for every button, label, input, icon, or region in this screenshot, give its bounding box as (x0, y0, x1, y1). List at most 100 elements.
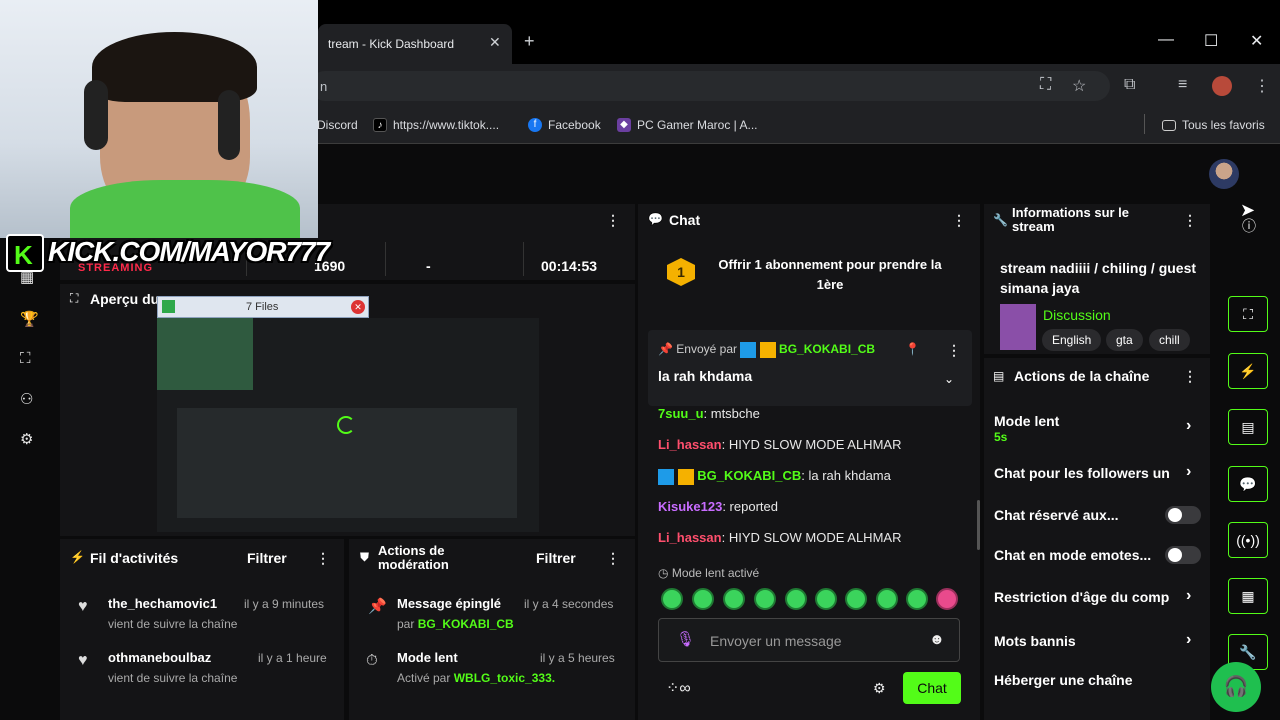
microphone-icon[interactable]: 🎙 (676, 630, 695, 648)
chevron-right-icon[interactable]: › (1186, 631, 1191, 649)
chat-user[interactable]: Kisuke123 (658, 499, 722, 514)
emote-icon[interactable] (723, 588, 745, 610)
screen-action-button[interactable]: ⛶ (1228, 296, 1268, 332)
slow-mode-item[interactable]: Mode lent (994, 413, 1059, 429)
wrench-icon: 🔧 (1239, 644, 1257, 660)
activity-user[interactable]: othmaneboulbaz (108, 650, 211, 665)
emote-icon[interactable] (692, 588, 714, 610)
bookmark-pcgamer[interactable]: ◆ PC Gamer Maroc | A... (617, 116, 757, 134)
chat-action-button[interactable]: 💬 (1228, 466, 1268, 502)
chevron-down-icon[interactable]: ⌄ (944, 372, 954, 386)
bookmark-facebook[interactable]: f Facebook (528, 116, 601, 134)
emote-chat-item[interactable]: Chat en mode emotes... (994, 547, 1151, 563)
stream-preview[interactable] (157, 318, 539, 532)
emote-icon[interactable] (906, 588, 928, 610)
pinned-menu-icon[interactable]: ⋮ (947, 342, 961, 359)
chevron-right-icon[interactable]: › (1186, 587, 1191, 605)
activity-menu-icon[interactable]: ⋮ (316, 550, 330, 567)
moderation-menu-icon[interactable]: ⋮ (606, 550, 620, 567)
minimize-icon[interactable]: — (1158, 31, 1174, 49)
gift-subscription-text[interactable]: Offrir 1 abonnement pour prendre la 1ère (710, 255, 950, 295)
close-icon[interactable]: ✕ (489, 34, 501, 51)
stats-menu-icon[interactable]: ⋮ (606, 212, 620, 229)
layout-action-button[interactable]: ▦ (1228, 578, 1268, 614)
screen-icon[interactable]: ⛶ (20, 350, 31, 367)
chat-message: Li_hassan: HIYD SLOW MODE ALHMAR (658, 530, 901, 545)
points-icon[interactable]: ⁘∞ (666, 678, 691, 698)
mod-action-title: Mode lent (397, 650, 458, 665)
support-headset-icon[interactable]: 🎧 (1211, 662, 1261, 712)
slow-mode-value: 5s (994, 430, 1008, 444)
star-icon[interactable]: ☆ (1072, 76, 1086, 96)
channel-actions-menu-icon[interactable]: ⋮ (1183, 368, 1197, 385)
stream-title: stream nadiiii / chiling / guest simana … (1000, 260, 1197, 296)
bookmark-all[interactable]: Tous les favoris (1162, 116, 1265, 134)
emote-chat-toggle[interactable] (1165, 546, 1201, 564)
emote-icon[interactable] (876, 588, 898, 610)
emote-icon[interactable] (815, 588, 837, 610)
lightning-action-button[interactable]: ⚡ (1228, 353, 1268, 389)
bookmark-discord[interactable]: Discord (317, 116, 358, 134)
activity-desc: vient de suivre la chaîne (108, 617, 238, 631)
emote-icon[interactable] (936, 588, 958, 610)
activity-desc: vient de suivre la chaîne (108, 671, 238, 685)
pinned-user[interactable]: BG_KOKABI_CB (779, 342, 875, 356)
profile-avatar[interactable] (1212, 76, 1232, 96)
user-avatar[interactable] (1209, 159, 1239, 189)
info-icon[interactable]: ⓘ (1242, 216, 1256, 236)
reserved-chat-toggle[interactable] (1165, 506, 1201, 524)
trophy-icon[interactable]: 🏆 (20, 310, 39, 328)
chevron-right-icon[interactable]: › (1186, 417, 1191, 435)
category-name[interactable]: Discussion (1043, 307, 1111, 323)
menu-icon[interactable]: ⋮ (1254, 76, 1270, 96)
chevron-right-icon[interactable]: › (1186, 463, 1191, 481)
mod-user[interactable]: BG_KOKABI_CB (418, 617, 514, 631)
files-popup[interactable]: 7 Files ✕ (157, 296, 369, 318)
reserved-chat-item[interactable]: Chat réservé aux... (994, 507, 1119, 523)
broadcast-icon: ((•)) (1236, 532, 1260, 548)
chat-scrollbar[interactable] (977, 500, 980, 550)
browser-tab[interactable]: tream - Kick Dashboard (318, 24, 512, 64)
tag[interactable]: English (1042, 329, 1102, 351)
age-restriction-item[interactable]: Restriction d'âge du comp (994, 589, 1169, 605)
followers-chat-item[interactable]: Chat pour les followers un (994, 465, 1170, 481)
window-close-icon[interactable]: ✕ (1250, 31, 1263, 51)
chat-user[interactable]: 7suu_u (658, 406, 704, 421)
bookmark-tiktok[interactable]: ♪ https://www.tiktok.... (373, 116, 499, 134)
moderation-filter-button[interactable]: Filtrer (536, 550, 576, 566)
chat-settings-icon[interactable]: ⚙ (873, 680, 886, 697)
emote-icon[interactable] (845, 588, 867, 610)
gear-icon[interactable]: ⚙ (20, 430, 33, 448)
activity-user[interactable]: the_hechamovic1 (108, 596, 217, 611)
maximize-icon[interactable]: ☐ (1204, 31, 1218, 51)
stream-info-menu-icon[interactable]: ⋮ (1183, 212, 1197, 229)
broadcast-action-button[interactable]: ((•)) (1228, 522, 1268, 558)
chat-user[interactable]: BG_KOKABI_CB (697, 468, 801, 483)
emote-icon[interactable] (661, 588, 683, 610)
emote-icon[interactable] (754, 588, 776, 610)
users-icon[interactable]: ⚇ (20, 390, 33, 408)
tag[interactable]: gta (1106, 329, 1143, 351)
activity-filter-button[interactable]: Filtrer (247, 550, 287, 566)
mod-user[interactable]: WBLG_toxic_333. (454, 671, 555, 685)
chat-user[interactable]: Li_hassan (658, 437, 722, 452)
host-channel-item[interactable]: Héberger une chaîne (994, 672, 1133, 688)
tag[interactable]: chill (1149, 329, 1190, 351)
notes-action-button[interactable]: ▤ (1228, 409, 1268, 445)
address-bar[interactable]: n (310, 71, 1110, 101)
emoji-icon[interactable]: ☻ (929, 631, 945, 648)
banned-words-item[interactable]: Mots bannis (994, 633, 1076, 649)
plus-icon[interactable]: + (524, 31, 535, 52)
chat-menu-icon[interactable]: ⋮ (952, 212, 966, 229)
unpin-icon[interactable]: 📍 (905, 342, 920, 356)
pin-icon: 📌 (368, 598, 387, 615)
extensions-icon[interactable]: ⧉ (1124, 76, 1135, 94)
chat-user[interactable]: Li_hassan (658, 530, 722, 545)
category-thumbnail[interactable] (1000, 304, 1036, 350)
popup-close-icon[interactable]: ✕ (351, 300, 365, 314)
emote-icon[interactable] (785, 588, 807, 610)
media-icon[interactable]: ≡ (1178, 76, 1187, 94)
facebook-icon: f (528, 118, 542, 132)
translate-icon[interactable]: ⛶ (1040, 76, 1051, 94)
send-chat-button[interactable]: Chat (903, 672, 961, 704)
